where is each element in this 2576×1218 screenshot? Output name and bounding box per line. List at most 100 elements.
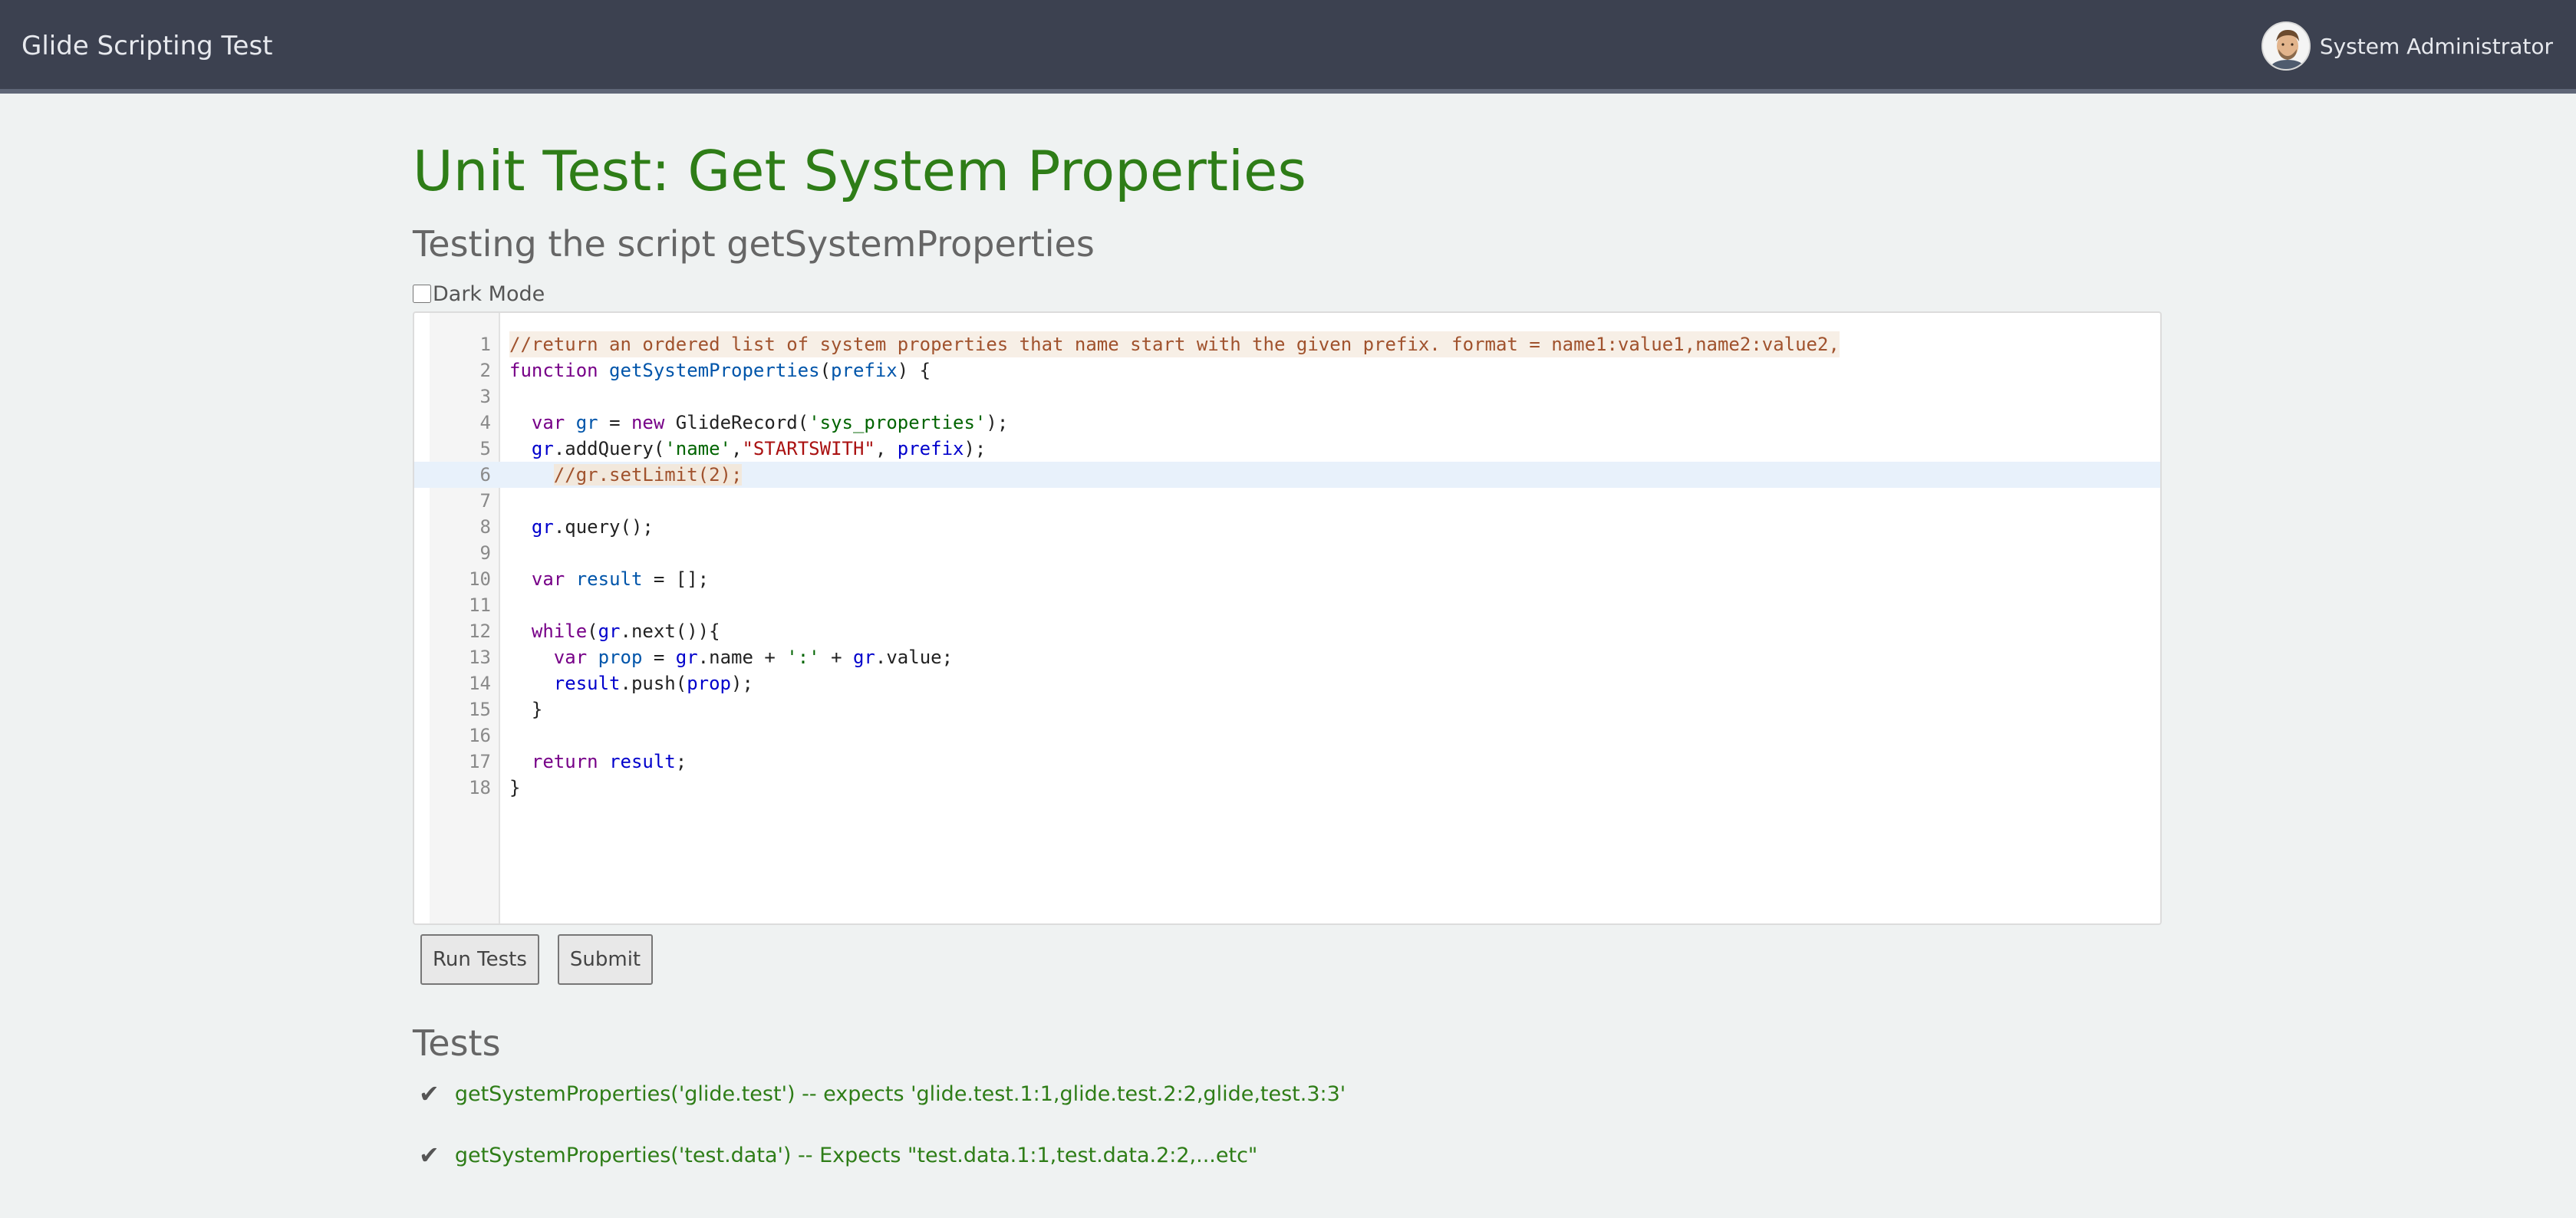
dark-mode-label: Dark Mode: [433, 281, 545, 306]
code-line[interactable]: 14 result.push(prop);: [414, 670, 2160, 696]
line-number: 17: [469, 751, 491, 772]
run-tests-button[interactable]: Run Tests: [420, 934, 539, 985]
code-token: =: [642, 647, 676, 668]
code-line[interactable]: 11: [414, 592, 2160, 618]
code-lines[interactable]: 1 //return an ordered list of system prop…: [414, 331, 2160, 801]
code-text[interactable]: }: [509, 696, 542, 723]
code-token: .next()){: [620, 621, 720, 642]
dark-mode-toggle[interactable]: Dark Mode: [413, 281, 2162, 306]
code-token: .addQuery(: [553, 438, 665, 459]
action-buttons: Run Tests Submit: [413, 934, 2162, 985]
code-token: .name +: [697, 647, 787, 668]
code-text[interactable]: //gr.setLimit(2);: [509, 462, 743, 488]
code-token: getSystemProperties: [609, 360, 820, 381]
code-text[interactable]: gr.query();: [509, 514, 654, 540]
code-token: gr: [531, 516, 554, 538]
code-line[interactable]: 5 gr.addQuery('name',"STARTSWITH", prefi…: [414, 436, 2160, 462]
tests-heading: Tests: [413, 1022, 501, 1064]
code-token: "STARTSWITH": [742, 438, 875, 459]
code-line[interactable]: 7: [414, 488, 2160, 514]
test-result-item: ✔ getSystemProperties('test.data') -- Ex…: [419, 1140, 2162, 1170]
submit-button[interactable]: Submit: [557, 934, 654, 985]
code-token: result: [575, 568, 643, 590]
code-token: .push(: [620, 673, 687, 694]
code-token: ':': [786, 647, 820, 668]
line-number: 4: [479, 412, 491, 433]
code-text[interactable]: }: [509, 775, 520, 801]
code-text[interactable]: var result = [];: [509, 566, 709, 592]
code-line[interactable]: 16: [414, 723, 2160, 749]
code-text[interactable]: var prop = gr.name + ':' + gr.value;: [509, 644, 953, 670]
code-token: return: [531, 751, 598, 772]
code-line[interactable]: 9: [414, 540, 2160, 566]
code-token: .query();: [553, 516, 654, 538]
code-line[interactable]: 6 //gr.setLimit(2);: [414, 462, 2160, 488]
code-line[interactable]: 8 gr.query();: [414, 514, 2160, 540]
code-text[interactable]: return result;: [509, 749, 687, 775]
user-menu[interactable]: System Administrator: [2261, 21, 2553, 71]
line-number: 11: [469, 594, 491, 616]
code-token: .value;: [875, 647, 954, 668]
code-token: );: [964, 438, 987, 459]
code-text[interactable]: while(gr.next()){: [509, 618, 720, 644]
line-number: 8: [479, 516, 491, 538]
user-name[interactable]: System Administrator: [2320, 34, 2553, 59]
code-line[interactable]: 17 return result;: [414, 749, 2160, 775]
code-line[interactable]: 3: [414, 384, 2160, 410]
code-token: = [];: [642, 568, 710, 590]
code-token: result: [609, 751, 676, 772]
code-token: 'sys_properties': [809, 412, 987, 433]
code-token: ,: [875, 438, 898, 459]
code-line[interactable]: 15 }: [414, 696, 2160, 723]
code-token: prop: [687, 673, 731, 694]
code-text[interactable]: var gr = new GlideRecord('sys_properties…: [509, 410, 1008, 436]
dark-mode-checkbox[interactable]: [413, 285, 431, 303]
code-text[interactable]: //return an ordered list of system prope…: [509, 331, 1840, 357]
code-line[interactable]: 13 var prop = gr.name + ':' + gr.value;: [414, 644, 2160, 670]
code-token: ,: [731, 438, 743, 459]
code-line[interactable]: 4 var gr = new GlideRecord('sys_properti…: [414, 410, 2160, 436]
test-result-text: getSystemProperties('test.data') -- Expe…: [454, 1143, 1258, 1167]
code-text[interactable]: function getSystemProperties(prefix) {: [509, 357, 931, 384]
code-text[interactable]: gr.addQuery('name',"STARTSWITH", prefix)…: [509, 436, 986, 462]
check-icon: ✔: [419, 1141, 440, 1170]
code-token: while: [531, 621, 588, 642]
code-token: prefix: [897, 438, 964, 459]
code-line[interactable]: 2 function getSystemProperties(prefix) {: [414, 357, 2160, 384]
code-token: gr: [531, 438, 554, 459]
code-line[interactable]: 10 var result = [];: [414, 566, 2160, 592]
code-editor[interactable]: 1 //return an ordered list of system prop…: [413, 311, 2162, 925]
code-token: result: [553, 673, 621, 694]
code-token: (: [587, 621, 598, 642]
code-token: new: [631, 412, 665, 433]
code-token: ;: [675, 751, 687, 772]
code-token: prefix: [831, 360, 898, 381]
code-text[interactable]: result.push(prop);: [509, 670, 753, 696]
page-title: Unit Test: Get System Properties: [413, 139, 1306, 203]
user-avatar-icon: [2262, 23, 2309, 69]
code-line[interactable]: 12 while(gr.next()){: [414, 618, 2160, 644]
line-number: 16: [469, 725, 491, 746]
code-token: gr: [852, 647, 875, 668]
check-icon: ✔: [419, 1079, 440, 1108]
code-line[interactable]: 1 //return an ordered list of system prop…: [414, 331, 2160, 357]
line-number: 12: [469, 621, 491, 642]
code-token: ) {: [897, 360, 931, 381]
line-number: 13: [469, 647, 491, 668]
avatar[interactable]: [2261, 21, 2311, 71]
code-token: var: [553, 647, 588, 668]
app-title[interactable]: Glide Scripting Test: [21, 31, 273, 61]
code-line[interactable]: 18}: [414, 775, 2160, 801]
line-number: 18: [469, 777, 491, 798]
